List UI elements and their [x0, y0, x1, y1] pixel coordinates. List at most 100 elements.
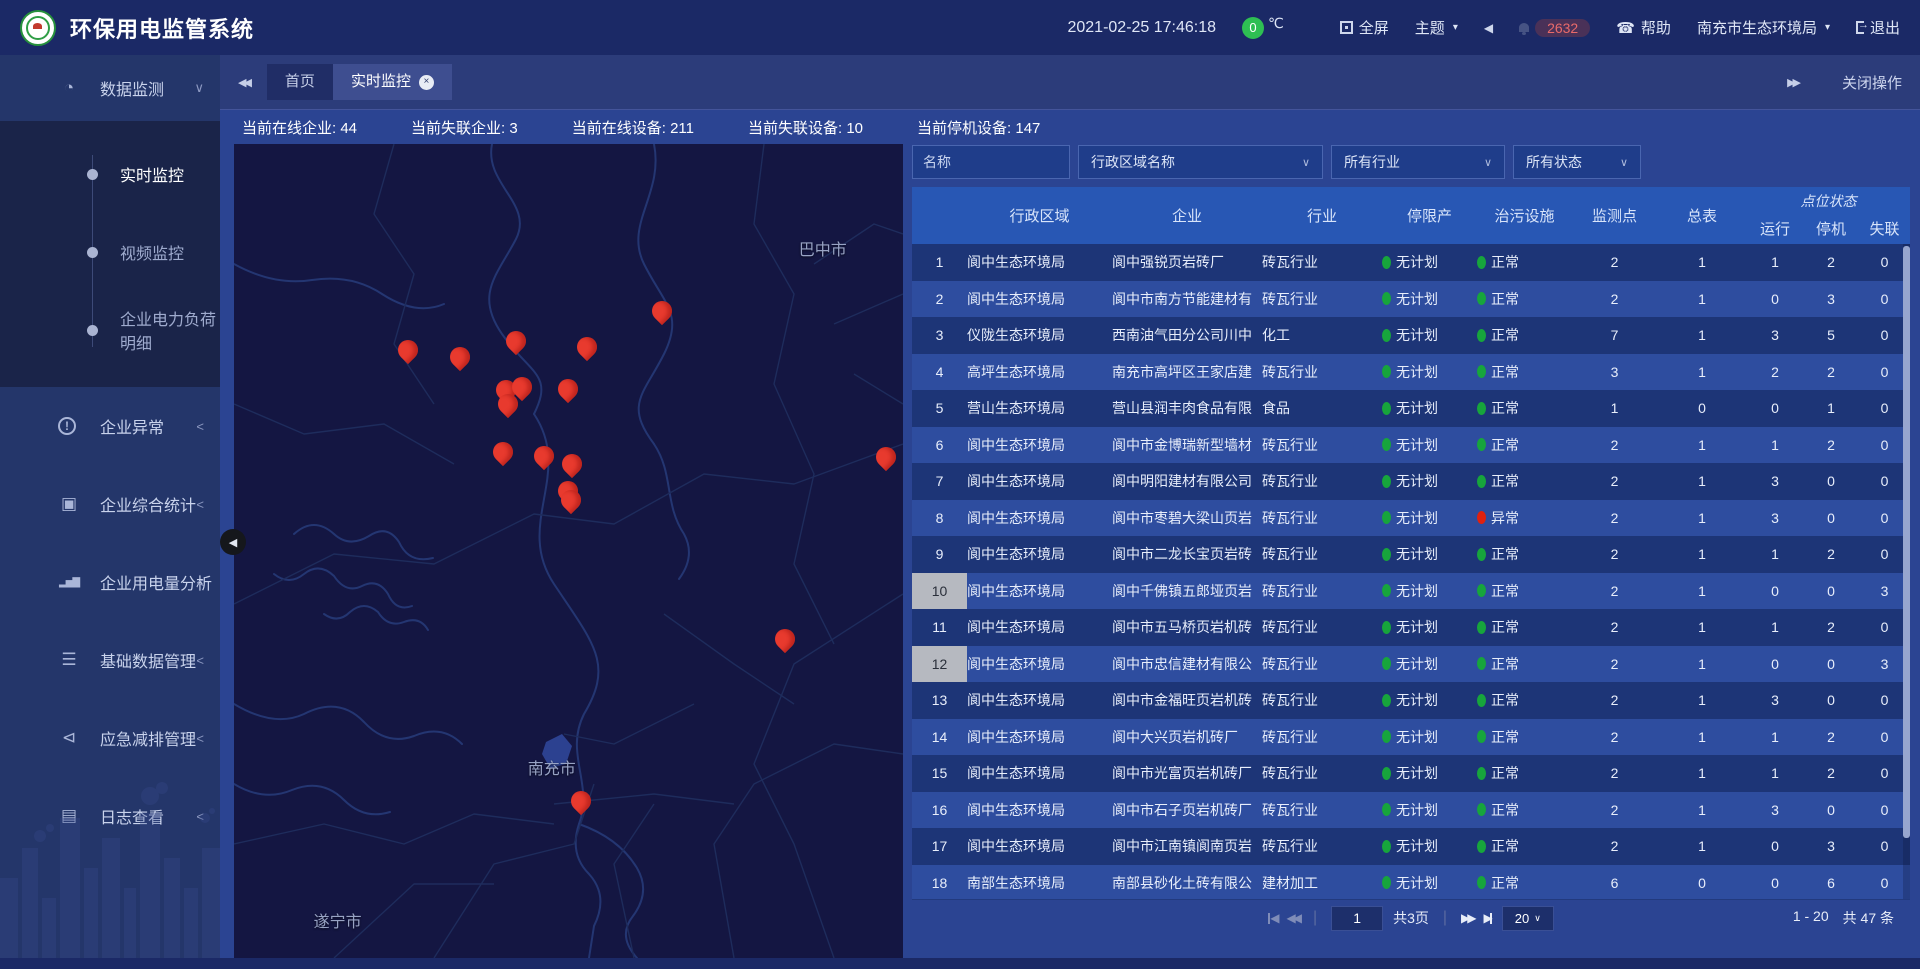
page-number-input[interactable]: [1331, 906, 1383, 931]
table-row[interactable]: 14阆中生态环境局阆中大兴页岩机砖厂砖瓦行业无计划正常21120: [912, 719, 1910, 756]
help-button[interactable]: ☎ 帮助: [1616, 17, 1671, 38]
limit-text: 无计划: [1396, 873, 1438, 893]
cell-seq: 3: [912, 317, 967, 354]
table-row[interactable]: 9阆中生态环境局阆中市二龙长宝页岩砖砖瓦行业无计划正常21120: [912, 536, 1910, 573]
tabs-scroll-left-icon[interactable]: ◀◀: [238, 76, 249, 89]
cell-facility: 正常: [1477, 755, 1572, 792]
map[interactable]: 巴中市南充市遂宁市: [234, 144, 903, 958]
table-row[interactable]: 11阆中生态环境局阆中市五马桥页岩机砖砖瓦行业无计划正常21120: [912, 609, 1910, 646]
table-row[interactable]: 12阆中生态环境局阆中市忠信建材有限公砖瓦行业无计划正常21003: [912, 646, 1910, 683]
cell-industry: 化工: [1262, 317, 1382, 354]
cell-seq: 13: [912, 682, 967, 719]
sidebar-item-企业用电量分析[interactable]: ▂▅▇企业用电量分析<: [0, 543, 220, 621]
limit-text: 无计划: [1396, 289, 1438, 309]
sidebar-subitem-视频监控[interactable]: 视频监控: [0, 213, 220, 291]
next-page-button[interactable]: ▶▶: [1461, 911, 1473, 925]
table-row[interactable]: 4高坪生态环境局南充市高坪区王家店建砖瓦行业无计划正常31220: [912, 354, 1910, 391]
status-dot-icon: [1382, 876, 1391, 889]
status-dot-icon: [1382, 767, 1391, 780]
stat-value: 44: [340, 120, 357, 137]
theme-dropdown[interactable]: 主题 ▾: [1415, 17, 1458, 38]
cell-industry: 建材加工: [1262, 865, 1382, 900]
logout-label: 退出: [1870, 17, 1900, 38]
scrollbar-thumb[interactable]: [1903, 246, 1910, 838]
fullscreen-icon: [1340, 21, 1353, 34]
notifications[interactable]: 2632: [1519, 19, 1590, 37]
cell-run: 2: [1747, 354, 1803, 391]
cell-meter: 0: [1657, 865, 1747, 900]
cell-run: 0: [1747, 573, 1803, 610]
chevron-down-icon: ▾: [1453, 22, 1458, 33]
table-row[interactable]: 10阆中生态环境局阆中千佛镇五郎垭页岩砖瓦行业无计划正常21003: [912, 573, 1910, 610]
mute-button[interactable]: ◀: [1484, 21, 1493, 35]
page-size-select[interactable]: 20 ∨: [1502, 906, 1554, 931]
table-row[interactable]: 3仪陇生态环境局西南油气田分公司川中化工无计划正常71350: [912, 317, 1910, 354]
fullscreen-button[interactable]: 全屏: [1340, 17, 1389, 38]
cell-limit: 无计划: [1382, 646, 1477, 683]
table-row[interactable]: 5营山生态环境局营山县润丰肉食品有限食品无计划正常10010: [912, 390, 1910, 427]
table-row[interactable]: 7阆中生态环境局阆中明阳建材有限公司砖瓦行业无计划正常21300: [912, 463, 1910, 500]
region-filter-select[interactable]: 行政区域名称 ∨: [1078, 145, 1323, 179]
logout-button[interactable]: 退出: [1856, 17, 1900, 38]
status-filter-select[interactable]: 所有状态 ∨: [1513, 145, 1641, 179]
cell-limit: 无计划: [1382, 281, 1477, 318]
name-filter-input[interactable]: [912, 145, 1070, 179]
cell-run: 3: [1747, 682, 1803, 719]
tab-bar: ◀◀ 首页 实时监控 × ▶▶ 关闭操作: [220, 55, 1920, 110]
prev-page-button[interactable]: ◀◀: [1286, 911, 1298, 925]
sidebar-item-企业综合统计[interactable]: ▣企业综合统计<: [0, 465, 220, 543]
table-row[interactable]: 8阆中生态环境局阆中市枣碧大梁山页岩砖瓦行业无计划异常21300: [912, 500, 1910, 537]
status-dot-icon: [1477, 840, 1486, 853]
close-tab-icon[interactable]: ×: [419, 75, 434, 90]
sidebar-item-数据监测[interactable]: ◔数据监测∨: [0, 55, 220, 121]
cell-stop: 0: [1803, 463, 1859, 500]
cell-meter: 1: [1657, 755, 1747, 792]
sidebar-subitem-实时监控[interactable]: 实时监控: [0, 135, 220, 213]
sidebar-item-企业异常[interactable]: !企业异常<: [0, 387, 220, 465]
status-dot-icon: [1382, 438, 1391, 451]
close-operations-button[interactable]: 关闭操作: [1842, 72, 1902, 93]
tabs-scroll-right-icon[interactable]: ▶▶: [1787, 76, 1798, 89]
table-row[interactable]: 1阆中生态环境局阆中强锐页岩砖厂砖瓦行业无计划正常21120: [912, 244, 1910, 281]
status-filter-value: 所有状态: [1526, 152, 1582, 172]
exit-icon: [1856, 21, 1864, 34]
status-dot-icon: [1477, 876, 1486, 889]
cell-company: 南充市高坪区王家店建: [1112, 354, 1262, 391]
table-row[interactable]: 17阆中生态环境局阆中市江南镇阆南页岩砖瓦行业无计划正常21030: [912, 828, 1910, 865]
cell-facility: 正常: [1477, 244, 1572, 281]
facility-text: 正常: [1491, 727, 1519, 747]
tab-home[interactable]: 首页: [267, 64, 333, 100]
cell-limit: 无计划: [1382, 500, 1477, 537]
sidebar-item-label: 企业用电量分析: [100, 570, 212, 594]
status-dot-icon: [1477, 548, 1486, 561]
skyline-decoration: [0, 758, 220, 958]
status-dot-icon: [1477, 292, 1486, 305]
cell-seq: 4: [912, 354, 967, 391]
cell-industry: 砖瓦行业: [1262, 427, 1382, 464]
table-row[interactable]: 2阆中生态环境局阆中市南方节能建材有砖瓦行业无计划正常21030: [912, 281, 1910, 318]
table-scrollbar[interactable]: [1903, 244, 1910, 899]
map-collapse-toggle[interactable]: ◀: [220, 529, 246, 555]
first-page-button[interactable]: ◀: [1268, 911, 1276, 925]
industry-filter-select[interactable]: 所有行业 ∨: [1331, 145, 1505, 179]
table-row[interactable]: 6阆中生态环境局阆中市金博瑞新型墙材砖瓦行业无计划正常21120: [912, 427, 1910, 464]
sidebar-subitem-企业电力负荷明细[interactable]: 企业电力负荷明细: [0, 291, 220, 369]
table-row[interactable]: 15阆中生态环境局阆中市光富页岩机砖厂砖瓦行业无计划正常21120: [912, 755, 1910, 792]
table-row[interactable]: 16阆中生态环境局阆中市石子页岩机砖厂砖瓦行业无计划正常21300: [912, 792, 1910, 829]
org-dropdown[interactable]: 南充市生态环境局 ▾: [1697, 17, 1830, 38]
table-row[interactable]: 18南部生态环境局南部县砂化土砖有限公建材加工无计划正常60060: [912, 865, 1910, 900]
cell-limit: 无计划: [1382, 719, 1477, 756]
col-meter: 总表: [1657, 187, 1747, 244]
fullscreen-label: 全屏: [1359, 17, 1389, 38]
submenu-dot-icon: [87, 169, 98, 180]
status-dot-icon: [1477, 621, 1486, 634]
facility-text: 正常: [1491, 581, 1519, 601]
phone-icon: ☎: [1616, 19, 1635, 37]
tab-realtime-monitor[interactable]: 实时监控 ×: [333, 64, 452, 100]
table-row[interactable]: 13阆中生态环境局阆中市金福旺页岩机砖砖瓦行业无计划正常21300: [912, 682, 1910, 719]
cell-seq: 5: [912, 390, 967, 427]
last-page-button[interactable]: ▶: [1484, 911, 1492, 925]
sidebar-item-基础数据管理[interactable]: ☰基础数据管理<: [0, 621, 220, 699]
cell-meter: 1: [1657, 354, 1747, 391]
stat-item: 当前停机设备: 147: [917, 117, 1040, 138]
